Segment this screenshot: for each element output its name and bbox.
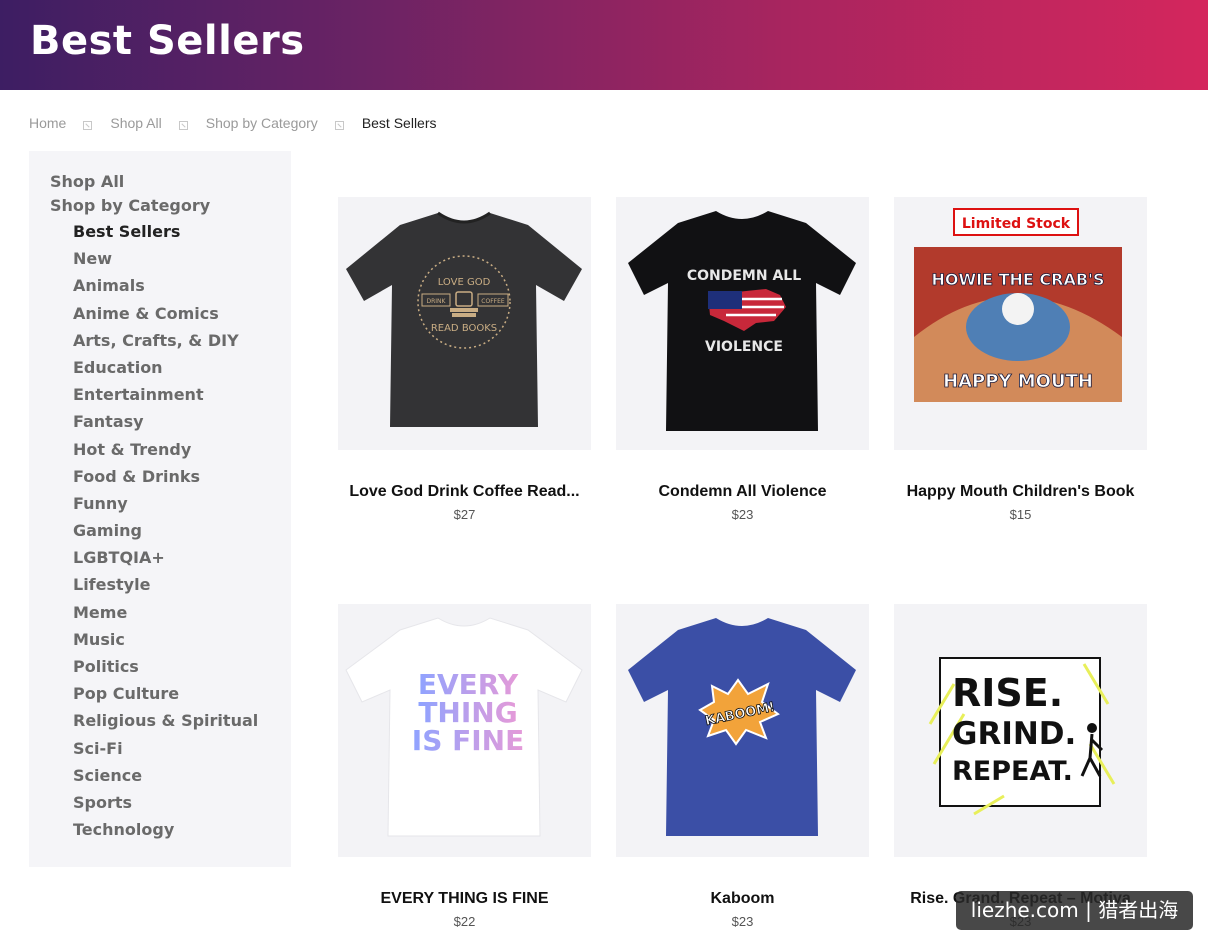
product-image-book-happy-mouth[interactable]: Limited Stock HOWIE THE CRAB'S HAPPY MOU… — [894, 197, 1147, 450]
product-price: $22 — [453, 914, 476, 929]
sidebar-item-sci-fi[interactable]: Sci-Fi — [73, 739, 258, 767]
product-image-tshirt-condemn-violence[interactable]: CONDEMN ALL VIOLENCE — [616, 197, 869, 450]
sidebar-item-arts-crafts-diy[interactable]: Arts, Crafts, & DIY — [73, 331, 258, 359]
sidebar-item-education[interactable]: Education — [73, 358, 258, 386]
product-price: $27 — [453, 507, 476, 522]
product-image-tshirt-love-god[interactable]: LOVE GOD DRINK COFFEE READ BOOKS — [338, 197, 591, 450]
art-text: DRINK — [427, 298, 447, 305]
art-text: CONDEMN ALL — [687, 268, 801, 284]
product-card[interactable]: CONDEMN ALL VIOLENCE Condemn All Violenc… — [616, 197, 869, 522]
sidebar-item-food-drinks[interactable]: Food & Drinks — [73, 467, 258, 495]
sidebar-item-technology[interactable]: Technology — [73, 821, 258, 848]
product-card[interactable]: LOVE GOD DRINK COFFEE READ BOOKS Love Go… — [338, 197, 591, 522]
sidebar-item-funny[interactable]: Funny — [73, 494, 258, 522]
sidebar-item-anime-comics[interactable]: Anime & Comics — [73, 304, 258, 332]
product-name[interactable]: EVERY THING IS FINE — [328, 890, 601, 908]
art-text: READ BOOKS — [431, 323, 497, 334]
breadcrumb-current: Best Sellers — [361, 115, 437, 131]
breadcrumb: Home Shop All Shop by Category Best Sell… — [29, 114, 437, 132]
product-price: $15 — [1009, 507, 1032, 522]
page-title: Best Sellers — [30, 18, 305, 64]
sidebar-item-best-sellers[interactable]: Best Sellers — [73, 222, 258, 250]
sidebar-item-gaming[interactable]: Gaming — [73, 522, 258, 549]
product-name[interactable]: Love God Drink Coffee Read... — [328, 483, 601, 501]
sidebar-shop-by-category[interactable]: Shop by Category — [50, 196, 210, 215]
art-text: LOVE GOD — [438, 277, 491, 288]
sidebar-item-fantasy[interactable]: Fantasy — [73, 413, 258, 440]
sidebar-item-pop-culture[interactable]: Pop Culture — [73, 685, 258, 712]
product-image-tshirt-every-thing-fine[interactable]: EVERY THING IS FINE — [338, 604, 591, 857]
product-name[interactable]: Condemn All Violence — [606, 483, 879, 501]
product-price: $23 — [731, 507, 754, 522]
category-sidebar: Shop All Shop by Category Best Sellers N… — [29, 151, 291, 867]
sidebar-item-lifestyle[interactable]: Lifestyle — [73, 576, 258, 603]
art-text: HAPPY MOUTH — [943, 371, 1093, 392]
page-header: Best Sellers — [0, 0, 1208, 90]
breadcrumb-home[interactable]: Home — [29, 115, 66, 131]
product-name[interactable]: Happy Mouth Children's Book — [884, 483, 1157, 501]
product-price: $23 — [731, 914, 754, 929]
art-text: RISE. — [952, 671, 1063, 715]
product-card[interactable]: KABOOM! Kaboom $23 — [616, 604, 869, 929]
sidebar-item-religious-spiritual[interactable]: Religious & Spiritual — [73, 712, 258, 739]
sidebar-item-sports[interactable]: Sports — [73, 793, 258, 821]
art-text: VIOLENCE — [705, 339, 783, 355]
breadcrumb-shop-all[interactable]: Shop All — [110, 115, 161, 131]
sidebar-item-politics[interactable]: Politics — [73, 657, 258, 685]
sidebar-item-new[interactable]: New — [73, 250, 258, 277]
breadcrumb-shop-by-category[interactable]: Shop by Category — [206, 115, 318, 131]
sidebar-item-entertainment[interactable]: Entertainment — [73, 386, 258, 413]
sidebar-item-music[interactable]: Music — [73, 630, 258, 658]
sidebar-item-science[interactable]: Science — [73, 766, 258, 794]
category-list: Best Sellers New Animals Anime & Comics … — [73, 222, 258, 848]
site-watermark: liezhe.com | 猎者出海 — [956, 891, 1193, 930]
art-text: IS FINE — [412, 724, 524, 757]
product-card[interactable]: EVERY THING IS FINE EVERY THING IS FINE … — [338, 604, 591, 929]
product-name[interactable]: Kaboom — [606, 890, 879, 908]
sidebar-item-meme[interactable]: Meme — [73, 603, 258, 631]
breadcrumb-separator-icon — [178, 120, 188, 130]
sidebar-item-hot-trendy[interactable]: Hot & Trendy — [73, 440, 258, 468]
sidebar-item-animals[interactable]: Animals — [73, 277, 258, 304]
product-card[interactable]: Limited Stock HOWIE THE CRAB'S HAPPY MOU… — [894, 197, 1147, 522]
art-text: Limited Stock — [962, 216, 1071, 232]
breadcrumb-separator-icon — [334, 120, 344, 130]
art-text: HOWIE THE CRAB'S — [932, 270, 1105, 289]
art-text: GRIND. — [952, 716, 1076, 752]
product-card[interactable]: RISE. GRIND. REPEAT. Rise. Grand. Repeat… — [894, 604, 1147, 929]
product-image-sticker-rise-grind-repeat[interactable]: RISE. GRIND. REPEAT. — [894, 604, 1147, 857]
sidebar-shop-all[interactable]: Shop All — [50, 172, 124, 191]
art-text: REPEAT. — [952, 756, 1073, 787]
product-image-tshirt-kaboom[interactable]: KABOOM! — [616, 604, 869, 857]
breadcrumb-separator-icon — [83, 120, 93, 130]
art-text: COFFEE — [481, 298, 505, 305]
sidebar-item-lgbtqia[interactable]: LGBTQIA+ — [73, 549, 258, 576]
